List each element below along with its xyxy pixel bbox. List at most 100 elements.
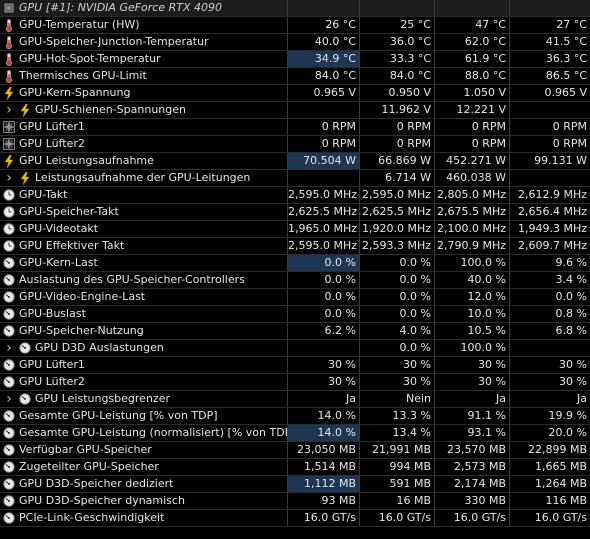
fan-icon [3, 138, 15, 150]
sensor-row[interactable]: GPU D3D-Speicher dynamisch 93 MB 16 MB 330 … [0, 493, 590, 510]
sensor-name-cell: GPU-Kern-Last [0, 255, 288, 271]
current-value [288, 102, 360, 118]
avg-value: 99.131 W [534, 154, 587, 167]
sensor-name-cell: GPU Lüfter2 [0, 136, 288, 152]
sensor-row[interactable]: › Leistungsaufnahme der GPU-Leitungen 6.71… [0, 170, 590, 187]
sensor-label: Verfügbar GPU-Speicher [19, 443, 152, 456]
current-value: 40.0 °C [288, 34, 360, 50]
sensor-row[interactable]: Zugeteilter GPU-Speicher 1,514 MB 994 MB 2,… [0, 459, 590, 476]
gauge-icon [3, 512, 15, 524]
sensor-name-cell: GPU-Video-Engine-Last [0, 289, 288, 305]
min-value: 1,920.0 MHz [360, 221, 435, 237]
sensor-label: Gesamte GPU-Leistung [% von TDP] [19, 409, 218, 422]
sensor-name-cell: GPU-Takt [0, 187, 288, 203]
current-value: 70.504 W [288, 153, 360, 169]
max-value: 100.0 % [435, 255, 510, 271]
sensor-row[interactable]: GPU Lüfter1 0 RPM 0 RPM 0 RPM 0 RPM [0, 119, 590, 136]
group-header[interactable]: GPU [#1]: NVIDIA GeForce RTX 4090 [0, 0, 590, 17]
sensor-name-cell: GPU D3D-Speicher dynamisch [0, 493, 288, 509]
current-value: 14.0 % [288, 408, 360, 424]
sensor-row[interactable]: GPU Lüfter1 30 % 30 % 30 % 30 % [0, 357, 590, 374]
sensor-row[interactable]: Thermisches GPU-Limit 84.0 °C 84.0 °C 88.0 … [0, 68, 590, 85]
sensor-label: GPU D3D Auslastungen [35, 341, 164, 354]
gauge-icon [3, 274, 15, 286]
max-value: 88.0 °C [435, 68, 510, 84]
min-value: 0 RPM [360, 119, 435, 135]
sensor-row[interactable]: Verfügbar GPU-Speicher 23,050 MB 21,991 MB… [0, 442, 590, 459]
current-value: 2,595.0 MHz [288, 187, 360, 203]
min-value: 16 MB [360, 493, 435, 509]
sensor-row[interactable]: › GPU D3D Auslastungen 0.0 % 100.0 % [0, 340, 590, 357]
gauge-icon [3, 410, 15, 422]
sensor-label: GPU-Temperatur (HW) [19, 18, 140, 31]
max-value: 10.0 % [435, 306, 510, 322]
current-value: 0.0 % [288, 255, 360, 271]
sensor-name-cell: GPU-Speicher-Nutzung [0, 323, 288, 339]
current-value: 26 °C [288, 17, 360, 33]
min-value: 0.0 % [360, 255, 435, 271]
current-value: 1,514 MB [288, 459, 360, 475]
min-value: 0.0 % [360, 289, 435, 305]
sensor-row[interactable]: › GPU Leistungsbegrenzer Ja Nein Ja Ja [0, 391, 590, 408]
min-value: 6.714 W [360, 170, 435, 186]
sensor-row[interactable]: GPU-Buslast 0.0 % 0.0 % 10.0 % 0.8 % [0, 306, 590, 323]
gauge-icon [3, 376, 15, 388]
gauge-icon [3, 257, 15, 269]
sensor-row[interactable]: GPU Effektiver Takt 2,595.0 MHz 2,593.3 MH… [0, 238, 590, 255]
expand-chevron-icon[interactable]: › [3, 102, 15, 118]
avg-value: 41.5 °C [545, 35, 587, 48]
sensor-label: GPU-Kern-Spannung [19, 86, 131, 99]
sensor-row[interactable]: GPU-Speicher-Junction-Temperatur 40.0 °C 3… [0, 34, 590, 51]
max-value: 2,790.9 MHz [435, 238, 510, 254]
clock-icon [3, 189, 15, 201]
sensor-row[interactable]: GPU-Kern-Spannung 0.965 V 0.950 V 1.050 V 0.… [0, 85, 590, 102]
sensor-row[interactable]: GPU-Video-Engine-Last 0.0 % 0.0 % 12.0 % 0.0… [0, 289, 590, 306]
sensor-row[interactable]: › GPU-Schienen-Spannungen 11.962 V 12.221 V [0, 102, 590, 119]
sensor-row[interactable]: Gesamte GPU-Leistung [% von TDP] 14.0 % 13… [0, 408, 590, 425]
sensor-label: GPU-Speicher-Junction-Temperatur [19, 35, 209, 48]
max-value: 1.050 V [435, 85, 510, 101]
sensor-row[interactable]: GPU Lüfter2 30 % 30 % 30 % 30 % [0, 374, 590, 391]
sensor-label: Thermisches GPU-Limit [19, 69, 147, 82]
sensor-row[interactable]: GPU-Kern-Last 0.0 % 0.0 % 100.0 % 9.6 % [0, 255, 590, 272]
gauge-icon [3, 359, 15, 371]
sensor-name-cell: GPU-Temperatur (HW) [0, 17, 288, 33]
sensor-row[interactable]: GPU-Speicher-Nutzung 6.2 % 4.0 % 10.5 % 6.8 … [0, 323, 590, 340]
max-value: 2,174 MB [435, 476, 510, 492]
sensor-row[interactable]: GPU-Hot-Spot-Temperatur 34.9 °C 33.3 °C 61.… [0, 51, 590, 68]
gauge-icon [3, 291, 15, 303]
sensor-row[interactable]: Gesamte GPU-Leistung (normalisiert) [% v… [0, 425, 590, 442]
sensor-label: GPU-Takt [19, 188, 68, 201]
sensor-row[interactable]: GPU-Speicher-Takt 2,625.5 MHz 2,625.5 MHz 2… [0, 204, 590, 221]
sensor-label: GPU-Videotakt [19, 222, 99, 235]
sensor-row[interactable]: GPU-Videotakt 1,965.0 MHz 1,920.0 MHz 2,100… [0, 221, 590, 238]
sensor-name-cell: Thermisches GPU-Limit [0, 68, 288, 84]
sensor-row[interactable]: GPU Lüfter2 0 RPM 0 RPM 0 RPM 0 RPM [0, 136, 590, 153]
sensor-label: Gesamte GPU-Leistung (normalisiert) [% v… [19, 426, 287, 439]
min-value: 36.0 °C [360, 34, 435, 50]
clock-icon [3, 206, 15, 218]
sensor-row[interactable]: Auslastung des GPU-Speicher-Controllers 0… [0, 272, 590, 289]
expand-chevron-icon[interactable]: › [3, 170, 15, 186]
avg-value [510, 170, 590, 186]
sensor-name-cell: GPU-Kern-Spannung [0, 85, 288, 101]
gauge-icon [3, 461, 15, 473]
avg-value: 1,264 MB [534, 477, 587, 490]
sensor-name-cell: GPU-Buslast [0, 306, 288, 322]
sensor-row[interactable]: PCIe-Link-Geschwindigkeit 16.0 GT/s 16.0 G… [0, 510, 590, 527]
sensor-label: GPU Leistungsbegrenzer [35, 392, 170, 405]
max-value: 452.271 W [435, 153, 510, 169]
sensor-row[interactable]: GPU D3D-Speicher dediziert 1,112 MB 591 MB… [0, 476, 590, 493]
gauge-icon [3, 478, 15, 490]
sensor-label: GPU Lüfter1 [19, 120, 85, 133]
sensor-row[interactable]: GPU-Takt 2,595.0 MHz 2,595.0 MHz 2,805.0 MH… [0, 187, 590, 204]
max-value: 0 RPM [435, 119, 510, 135]
sensor-name-cell: GPU-Hot-Spot-Temperatur [0, 51, 288, 67]
sensor-row[interactable]: GPU Leistungsaufnahme 70.504 W 66.869 W 452… [0, 153, 590, 170]
expand-chevron-icon[interactable]: › [3, 391, 15, 407]
sensor-row[interactable]: GPU-Temperatur (HW) 26 °C 25 °C 47 °C 27 °C [0, 17, 590, 34]
expand-chevron-icon[interactable]: › [3, 340, 15, 356]
current-value: 2,595.0 MHz [288, 238, 360, 254]
avg-value: 30 % [559, 375, 587, 388]
avg-value: 0 RPM [552, 137, 587, 150]
